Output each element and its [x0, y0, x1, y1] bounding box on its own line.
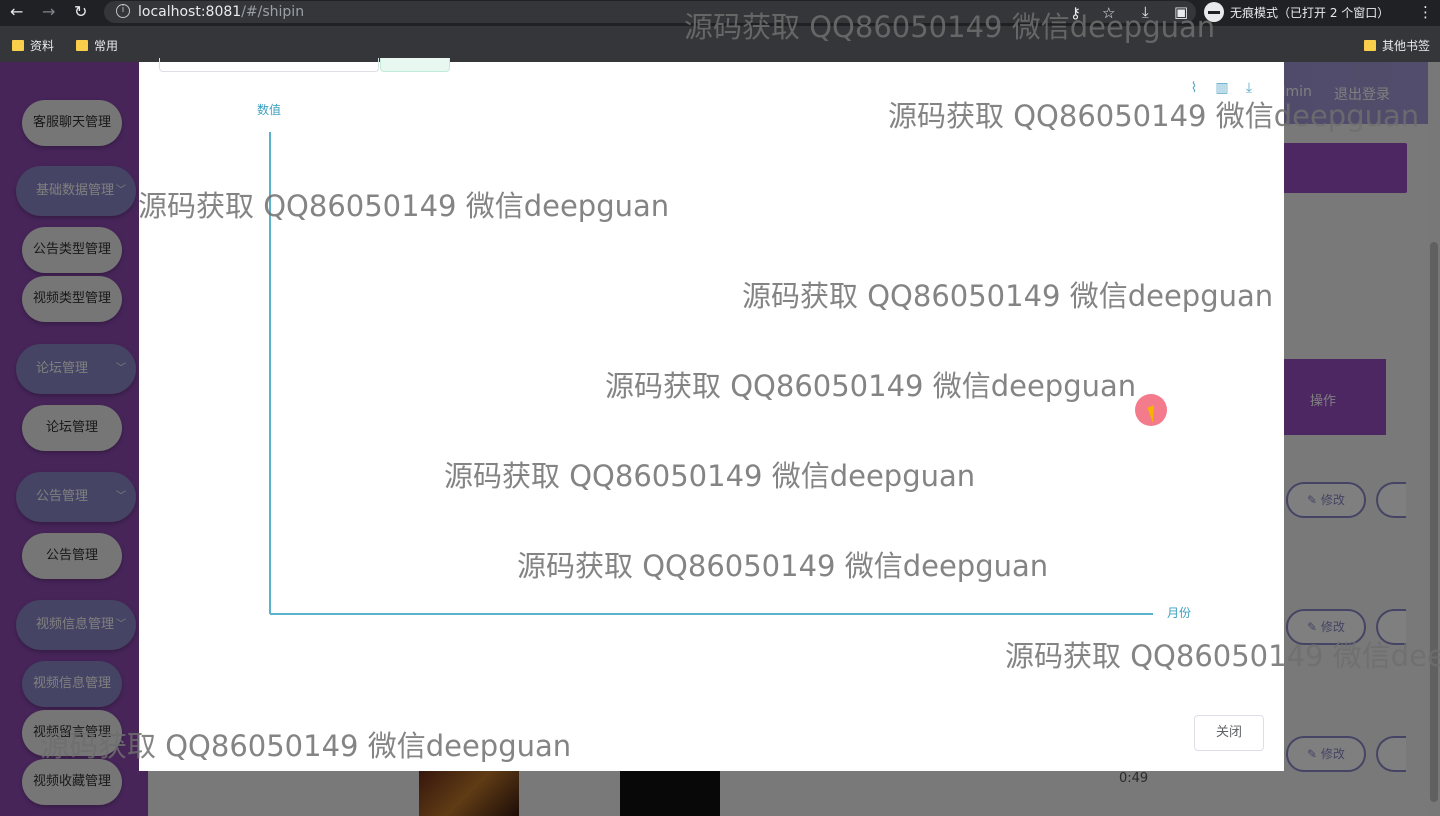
close-button[interactable]: 关闭: [1194, 715, 1264, 751]
x-axis-label: 月份: [1167, 606, 1191, 620]
incognito-indicator[interactable]: 无痕模式（已打开 2 个窗口）: [1204, 2, 1389, 22]
watermark: 源码获取 QQ86050149 微信deepguan: [888, 99, 1420, 133]
watermark: 源码获取 QQ86050149 微信deepguan: [40, 729, 572, 763]
other-bookmarks[interactable]: 其他书签: [1364, 37, 1430, 54]
watermark: 源码获取 QQ86050149 微信deepguan: [138, 189, 670, 223]
bookmark-folder[interactable]: 常用: [76, 37, 118, 54]
watermark: 源码获取 QQ86050149 微信deepguan: [605, 369, 1137, 403]
watermark: 源码获取 QQ86050149 微信deepguan: [444, 459, 976, 493]
folder-icon: [76, 40, 88, 51]
site-info-icon[interactable]: i: [116, 4, 130, 18]
bookmark-folder[interactable]: 资料: [12, 37, 54, 54]
y-axis-label: 数值: [257, 102, 281, 117]
folder-icon: [1364, 40, 1376, 51]
menu-icon[interactable]: ⋮: [1418, 3, 1433, 21]
back-icon[interactable]: ←: [10, 2, 23, 21]
watermark: 源码获取 QQ86050149 微信deepguan: [742, 279, 1274, 313]
url-text: localhost:8081/#/shipin: [138, 4, 305, 20]
watermark: 源码获取 QQ86050149 微信deepguan: [684, 10, 1216, 44]
watermark: 源码获取 QQ86050149 微信deepguan: [1005, 639, 1440, 673]
reload-icon[interactable]: ↻: [74, 2, 87, 21]
folder-icon: [12, 40, 24, 51]
forward-icon[interactable]: →: [42, 2, 55, 21]
watermark: 源码获取 QQ86050149 微信deepguan: [517, 549, 1049, 583]
